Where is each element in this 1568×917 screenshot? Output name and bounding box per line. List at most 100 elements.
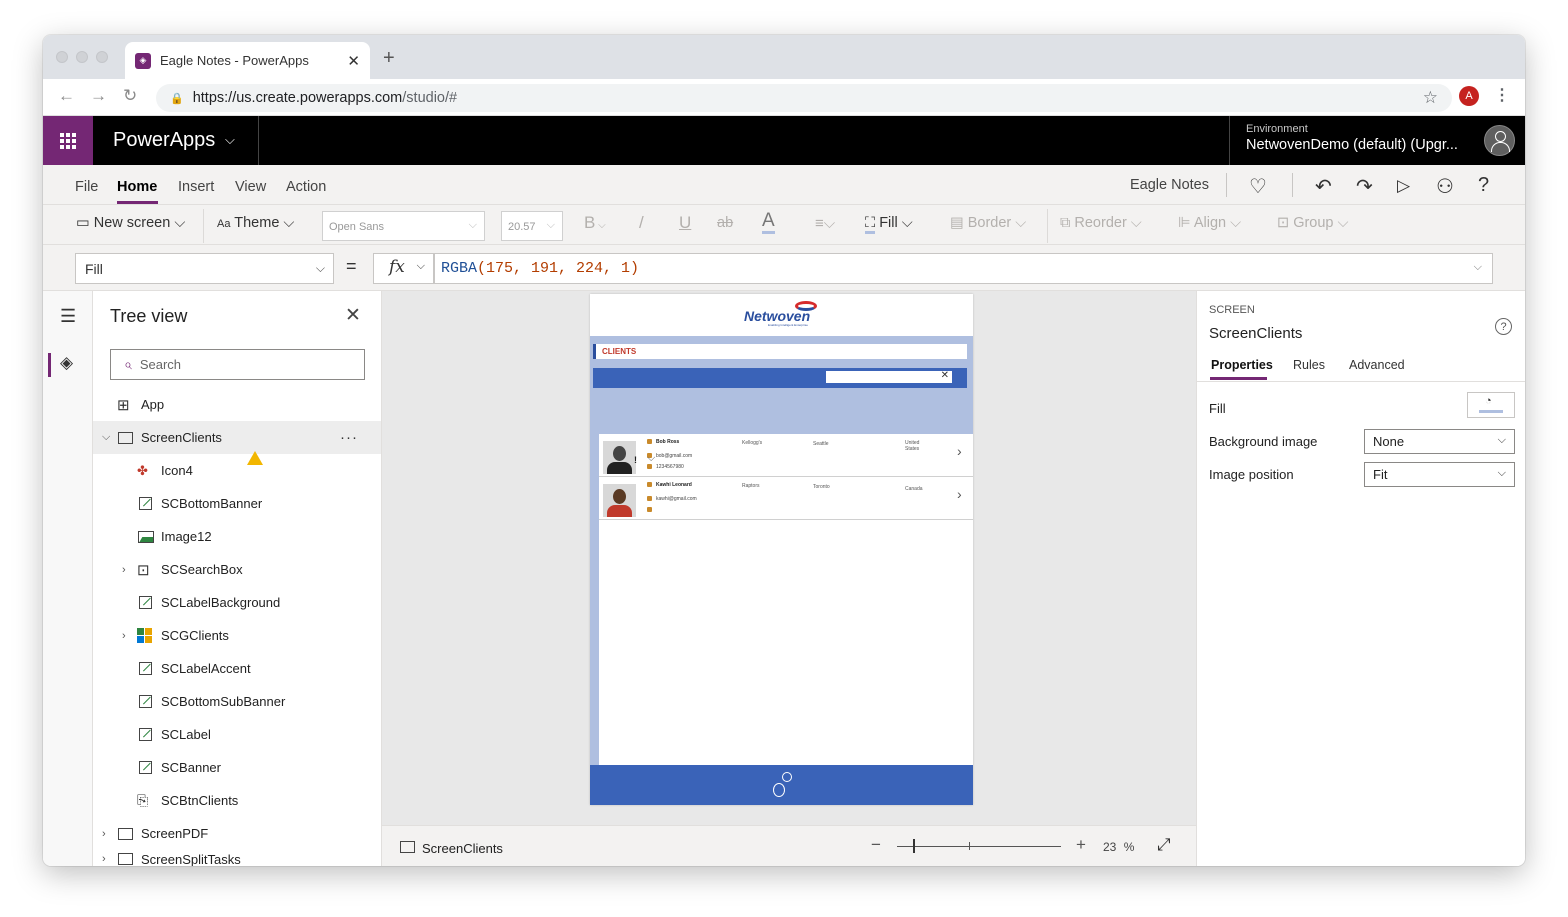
address-bar[interactable]: 🔒 https://us.create.powerapps.com/studio…	[156, 84, 1452, 112]
menu-insert[interactable]: Insert	[178, 179, 214, 195]
share-user-icon[interactable]: ⚇	[1436, 174, 1454, 199]
close-icon[interactable]: ✕	[345, 304, 361, 327]
expand-chevron-icon[interactable]: ›	[102, 828, 106, 840]
app-launcher-button[interactable]	[43, 116, 93, 165]
tree-item-scbanner[interactable]: SCBanner	[93, 751, 381, 784]
bookmark-star-icon[interactable]: ☆	[1423, 88, 1438, 108]
tree-item-icon4[interactable]: ✤ Icon4	[93, 454, 381, 487]
hamburger-icon[interactable]: ☰	[60, 306, 76, 327]
expand-chevron-icon[interactable]: ›	[102, 853, 106, 865]
new-screen-button[interactable]: ▭ New screen ⌵	[76, 215, 185, 231]
selected-control-name[interactable]: ScreenClients	[1209, 325, 1302, 342]
collapse-chevron-icon[interactable]: ⌵	[102, 431, 110, 444]
menu-home[interactable]: Home	[117, 179, 157, 195]
tree-item-scbottombanner[interactable]: SCBottomBanner	[93, 487, 381, 520]
zoom-slider-thumb[interactable]	[913, 839, 915, 853]
help-icon[interactable]: ?	[1478, 174, 1489, 197]
group-button[interactable]: ⊡ Group ⌵	[1277, 215, 1349, 231]
redo-icon[interactable]: ↷	[1356, 174, 1373, 199]
tab-rules[interactable]: Rules	[1293, 358, 1325, 372]
gallery-row[interactable]: Kawhi Leonard kawhi@gmail.com Raptors To…	[599, 477, 973, 520]
tree-item-sclabelbackground[interactable]: SCLabelBackground	[93, 586, 381, 619]
forward-icon[interactable]: →	[90, 86, 107, 106]
text-align-icon[interactable]: ≡⌵	[815, 215, 835, 232]
tree-item-sclabelaccent[interactable]: SCLabelAccent	[93, 652, 381, 685]
tab-close-icon[interactable]: ✕	[347, 52, 360, 70]
formula-input[interactable]: RGBA(175, 191, 224, 1) ⌵	[434, 253, 1493, 284]
preview-play-icon[interactable]: ▷	[1397, 176, 1410, 196]
sc-bottom-banner[interactable]	[590, 765, 973, 805]
people-icon[interactable]	[773, 772, 793, 797]
chevron-down-icon[interactable]: ⌵	[225, 132, 235, 148]
tree-item-image12[interactable]: Image12	[93, 520, 381, 553]
clear-search-icon[interactable]: ✕	[941, 370, 949, 381]
design-canvas[interactable]: Netwoven Enabling Intelligent Enterprise…	[382, 291, 1196, 825]
environment-picker[interactable]: Environment NetwovenDemo (default) (Upgr…	[1229, 116, 1474, 165]
expand-chevron-icon[interactable]: ›	[122, 630, 126, 642]
profile-avatar[interactable]: A	[1459, 86, 1479, 106]
tree-item-scbtnclients[interactable]: ⎘ SCBtnClients	[93, 784, 381, 817]
sc-label[interactable]: CLIENTS	[593, 344, 967, 359]
reload-icon[interactable]: ↻	[123, 86, 137, 106]
reorder-button[interactable]: ⧉ Reorder ⌵	[1060, 215, 1142, 231]
function-picker[interactable]: fx ⌵	[373, 253, 434, 284]
user-avatar[interactable]	[1484, 125, 1515, 156]
window-close-button[interactable]	[56, 51, 68, 63]
help-icon[interactable]: ?	[1495, 318, 1512, 335]
sc-gallery-clients[interactable]: Bob Ross bob@gmail.com 1234567980 Kellog…	[599, 434, 973, 765]
menu-action[interactable]: Action	[286, 179, 326, 195]
browser-menu-icon[interactable]: ⋮	[1494, 85, 1510, 105]
tree-search-input[interactable]: ⌕ Search	[110, 349, 365, 380]
chevron-down-icon[interactable]: ⌵	[647, 452, 655, 465]
strikethrough-icon[interactable]: ab	[717, 215, 733, 231]
chevron-right-icon[interactable]: ›	[957, 486, 962, 502]
tree-item-scgclients[interactable]: › SCGClients	[93, 619, 381, 652]
browser-tab[interactable]: ◈ Eagle Notes - PowerApps ✕	[125, 42, 370, 79]
zoom-slider[interactable]	[897, 846, 1061, 847]
tree-item-screensplittasks[interactable]: › ScreenSplitTasks	[93, 850, 381, 866]
border-button[interactable]: ▤ Border ⌵	[950, 215, 1026, 231]
tree-item-screenclients[interactable]: ⌵ ScreenClients ···	[93, 421, 381, 454]
sc-banner[interactable]: Netwoven Enabling Intelligent Enterprise	[590, 294, 973, 336]
tree-item-app[interactable]: ⊞ App	[93, 388, 381, 421]
font-color-icon[interactable]: A	[762, 211, 775, 234]
new-tab-button[interactable]: +	[383, 47, 395, 70]
font-select[interactable]: Open Sans ⌵	[322, 211, 485, 241]
property-dropdown[interactable]: Fill ⌵	[75, 253, 334, 284]
more-options-icon[interactable]: ···	[340, 429, 358, 446]
app-checker-icon[interactable]: ♡	[1249, 174, 1267, 199]
zoom-in-button[interactable]: +	[1076, 835, 1086, 855]
window-zoom-button[interactable]	[96, 51, 108, 63]
fill-button[interactable]: ⛶ Fill ⌵	[865, 215, 913, 234]
warning-icon[interactable]	[247, 451, 263, 465]
chevron-right-icon[interactable]: ›	[957, 443, 962, 459]
tree-item-scbottomsubbanner[interactable]: SCBottomSubBanner	[93, 685, 381, 718]
sc-search-box[interactable]: ✕	[826, 370, 952, 383]
window-minimize-button[interactable]	[76, 51, 88, 63]
image-position-dropdown[interactable]: Fit ⌵	[1364, 462, 1515, 487]
undo-icon[interactable]: ↶	[1315, 174, 1332, 199]
font-size-select[interactable]: 20.57 ⌵	[501, 211, 563, 241]
fit-to-window-icon[interactable]: ⤢	[1157, 835, 1171, 855]
expand-chevron-icon[interactable]: ›	[122, 564, 126, 576]
bold-button[interactable]: B ⌵	[584, 213, 606, 233]
align-button[interactable]: ⊫ Align ⌵	[1178, 215, 1241, 231]
tab-properties[interactable]: Properties	[1211, 358, 1273, 372]
layers-icon[interactable]: ◈	[60, 353, 73, 373]
theme-button[interactable]: Aa Theme ⌵	[217, 215, 294, 231]
screen-preview[interactable]: Netwoven Enabling Intelligent Enterprise…	[590, 294, 973, 805]
tab-advanced[interactable]: Advanced	[1349, 358, 1405, 372]
menu-view[interactable]: View	[235, 179, 266, 195]
tree-item-sclabel[interactable]: SCLabel	[93, 718, 381, 751]
background-image-dropdown[interactable]: None ⌵	[1364, 429, 1515, 454]
sc-label-background[interactable]: ✕	[593, 368, 967, 388]
tree-item-screenpdf[interactable]: › ScreenPDF	[93, 817, 381, 850]
product-title[interactable]: PowerApps	[113, 129, 215, 152]
underline-icon[interactable]: U	[679, 213, 691, 233]
current-screen-name[interactable]: ScreenClients	[422, 841, 503, 856]
tree-item-scsearchbox[interactable]: › ⊡ SCSearchBox	[93, 553, 381, 586]
back-icon[interactable]: ←	[58, 86, 75, 106]
zoom-out-button[interactable]: −	[871, 835, 881, 855]
expand-formula-icon[interactable]: ⌵	[1474, 261, 1482, 274]
fill-color-picker[interactable]	[1467, 392, 1515, 418]
